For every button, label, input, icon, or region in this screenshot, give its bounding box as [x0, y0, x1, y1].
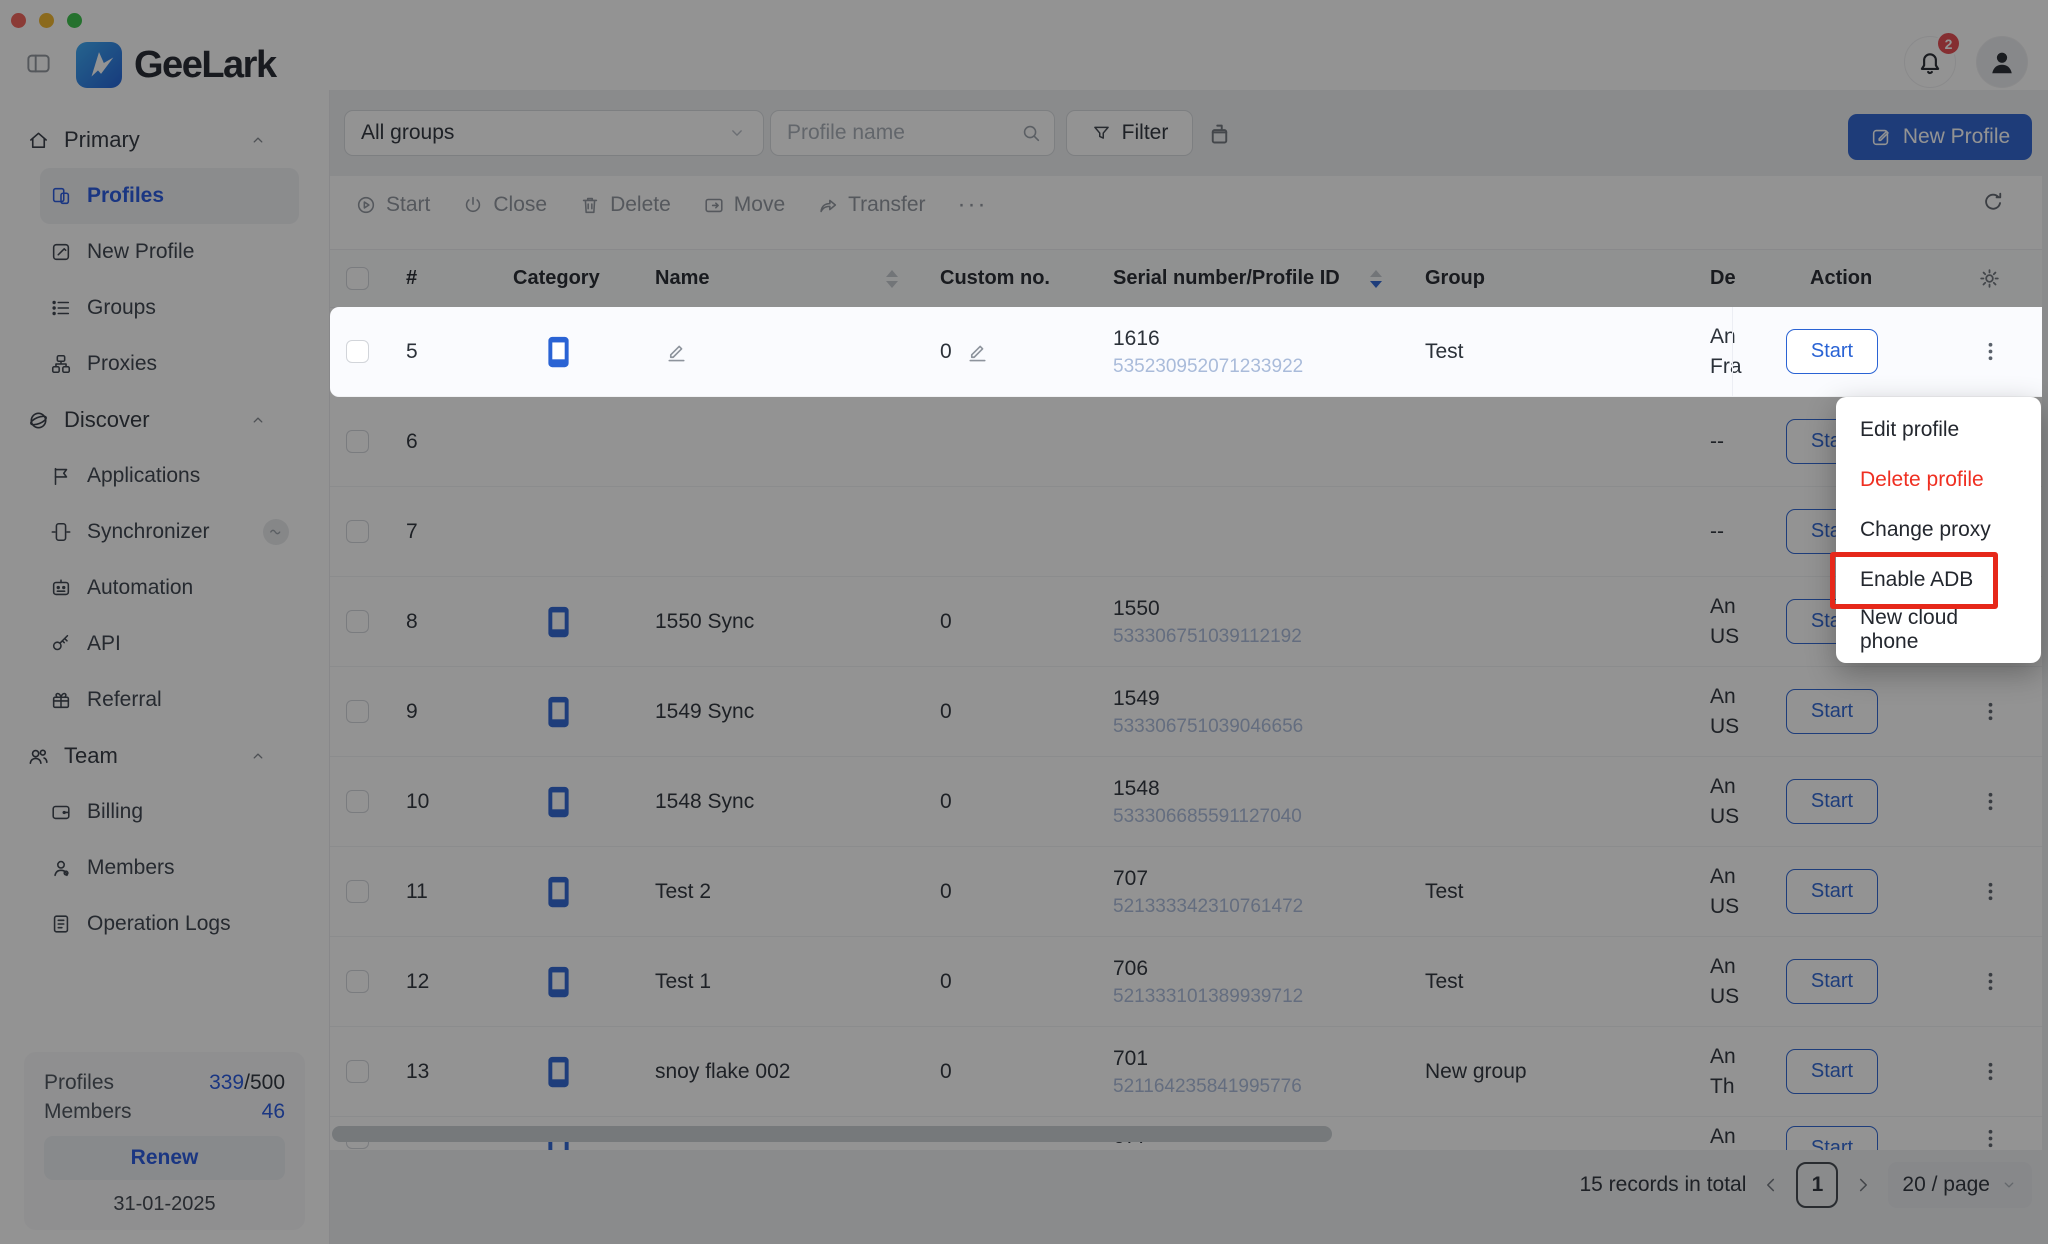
menu-item-change-proxy[interactable]: Change proxy [1836, 505, 2041, 555]
device-info-line: Fra [1710, 356, 1742, 377]
custom-no-cell: 0 [940, 307, 989, 396]
category-cell [536, 307, 580, 396]
custom-no: 0 [940, 340, 952, 364]
serial-cell: 1616 535230952071233922 [1113, 307, 1303, 396]
menu-item-new-cloud-phone[interactable]: New cloud phone [1836, 605, 2041, 655]
table-row: 5 0 1616 535230952071233922 Test An Fra Start [330, 307, 2042, 397]
group-cell: Test [1425, 307, 1464, 396]
edit-custom-no-icon[interactable] [966, 340, 989, 363]
start-button[interactable]: Start [1786, 329, 1878, 374]
action-cell: Start [1786, 307, 1878, 396]
device-info-line: An [1710, 326, 1736, 347]
dim-overlay [0, 0, 2048, 1244]
serial-number: 1616 [1113, 328, 1160, 349]
row-number: 5 [406, 307, 418, 396]
more-options-icon[interactable] [1978, 339, 2003, 364]
menu-item-edit-profile[interactable]: Edit profile [1836, 405, 2041, 455]
row-menu-cell [1975, 307, 2005, 396]
device-cell: An Fra [1710, 307, 1742, 396]
menu-item-delete-profile[interactable]: Delete profile [1836, 455, 2041, 505]
row-checkbox-cell [346, 307, 369, 396]
profile-id: 535230952071233922 [1113, 357, 1303, 376]
annotation-highlight [1830, 552, 1998, 609]
row-checkbox[interactable] [346, 340, 369, 363]
edit-name-icon[interactable] [665, 340, 688, 363]
row-context-menu: Edit profileDelete profileChange proxyEn… [1836, 397, 2041, 663]
cloud-phone-icon [545, 335, 572, 369]
name-cell [655, 307, 688, 396]
